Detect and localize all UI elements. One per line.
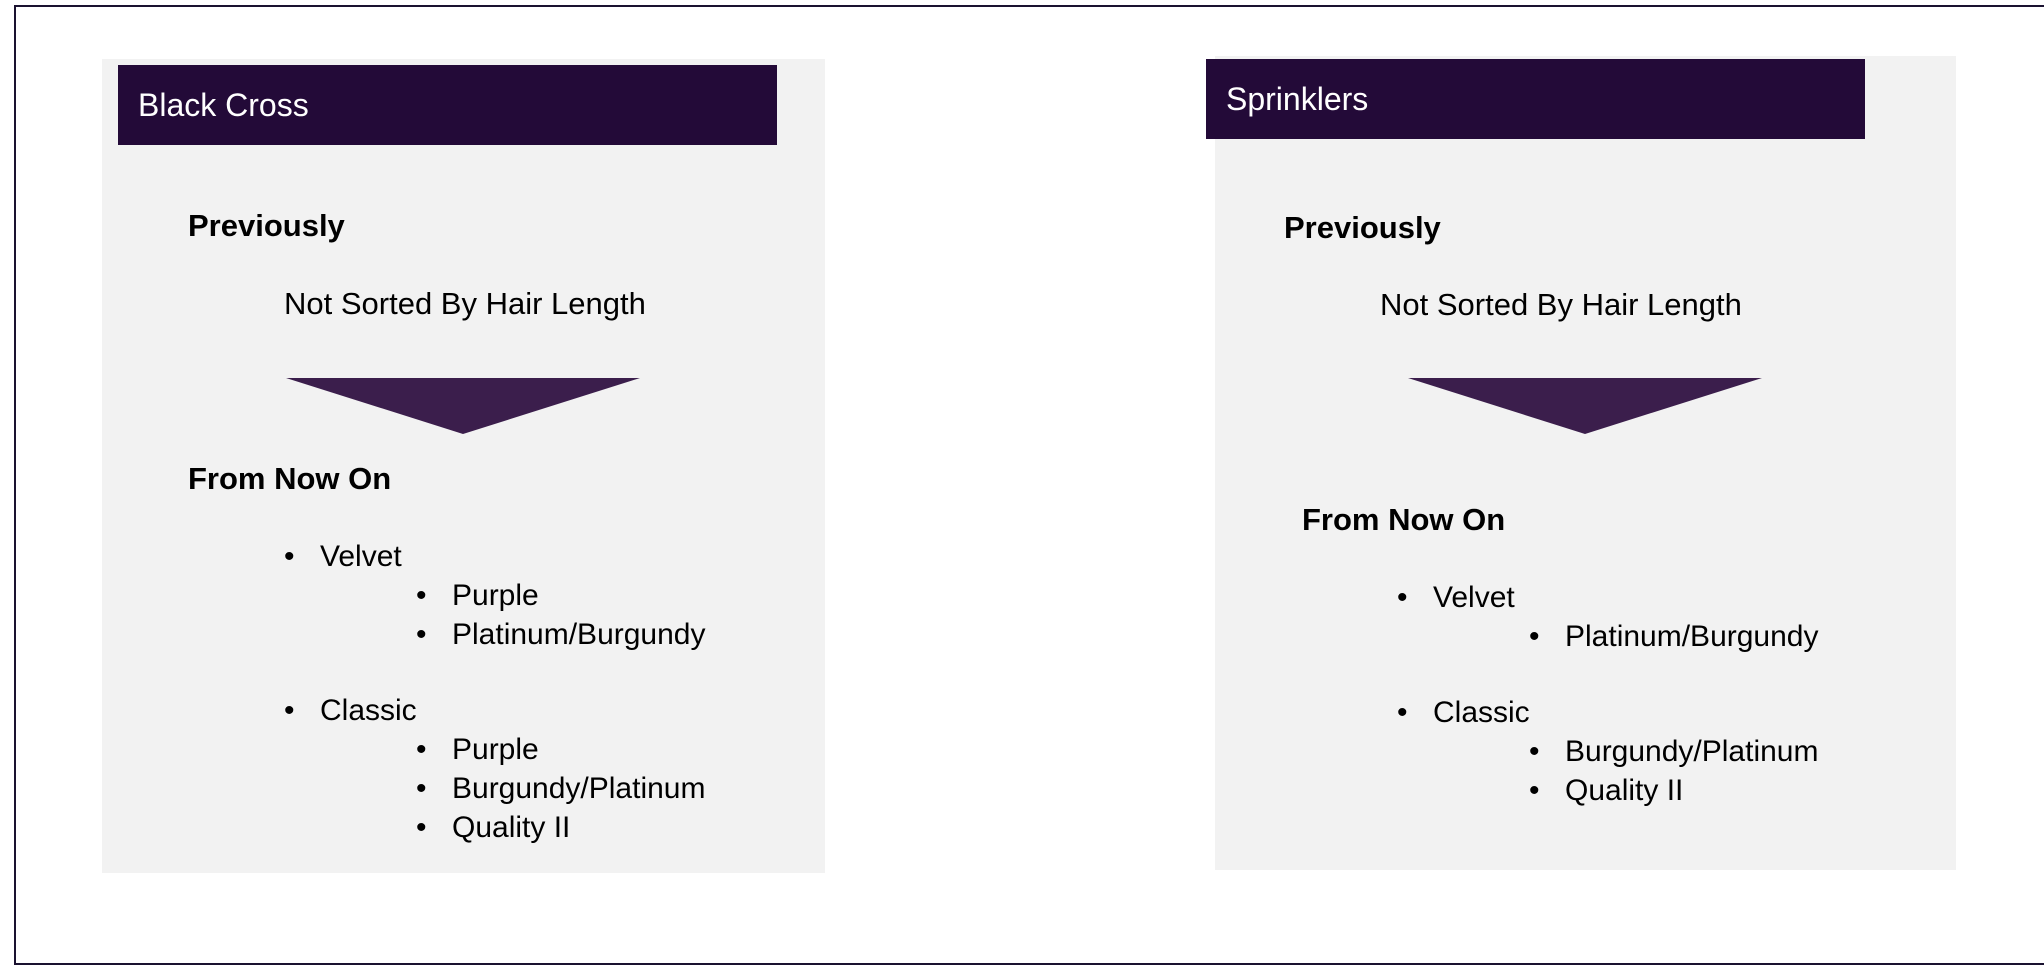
item-label: Burgundy/Platinum [1565,735,1819,768]
bullet: • [1397,581,1408,614]
previously-heading: Previously [1284,210,1441,245]
item-label: Burgundy/Platinum [452,772,706,805]
list-item: • Platinum/Burgundy [416,615,705,654]
category-list: • Velvet • Platinum/Burgundy • Classic •… [1397,578,1818,810]
previously-heading: Previously [188,208,345,243]
group-label: Velvet [1433,581,1515,614]
bullet: • [1529,735,1540,768]
item-label: Purple [452,733,539,766]
item-label: Quality II [452,811,571,844]
bullet: • [284,540,295,573]
sub-list: • Purple • Burgundy/Platinum • Quality I… [320,730,705,847]
group-label: Velvet [320,540,402,573]
sub-list: • Burgundy/Platinum • Quality II [1433,732,1818,810]
bullet: • [416,579,427,612]
list-item: • Quality II [1529,771,1818,810]
list-item: • Burgundy/Platinum [416,769,705,808]
list-item: • Burgundy/Platinum [1529,732,1818,771]
sub-list: • Platinum/Burgundy [1433,617,1818,656]
sprinklers-header: Sprinklers [1206,59,1865,139]
from-now-on-heading: From Now On [188,461,392,496]
panel-title: Sprinklers [1226,80,1369,117]
previously-text: Not Sorted By Hair Length [1380,287,1742,322]
group-label: Classic [1433,696,1530,729]
list-item: • Quality II [416,808,705,847]
category-list: • Velvet • Purple • Platinum/Burgundy • … [284,537,705,847]
bullet: • [1529,620,1540,653]
list-item: • Purple [416,576,705,615]
list-item: • Platinum/Burgundy [1529,617,1818,656]
group-label: Classic [320,694,417,727]
down-arrow-shape [286,378,640,434]
list-item: • Classic • Purple • Burgundy/Platinum •… [284,691,705,847]
bullet: • [1529,774,1540,807]
bullet: • [416,772,427,805]
bullet: • [416,618,427,651]
list-item: • Classic • Burgundy/Platinum • Quality … [1397,693,1818,810]
down-arrow-shape [1408,378,1762,434]
black-cross-header: Black Cross [118,65,777,145]
previously-text: Not Sorted By Hair Length [284,286,646,321]
bullet: • [416,733,427,766]
list-item: • Velvet • Platinum/Burgundy [1397,578,1818,656]
item-label: Platinum/Burgundy [1565,620,1819,653]
bullet: • [284,694,295,727]
item-label: Quality II [1565,774,1684,807]
panel-title: Black Cross [138,86,309,123]
item-label: Purple [452,579,539,612]
from-now-on-heading: From Now On [1302,502,1506,537]
list-item: • Velvet • Purple • Platinum/Burgundy [284,537,705,654]
list-item: • Purple [416,730,705,769]
bullet: • [416,811,427,844]
sub-list: • Purple • Platinum/Burgundy [320,576,705,654]
bullet: • [1397,696,1408,729]
item-label: Platinum/Burgundy [452,618,706,651]
